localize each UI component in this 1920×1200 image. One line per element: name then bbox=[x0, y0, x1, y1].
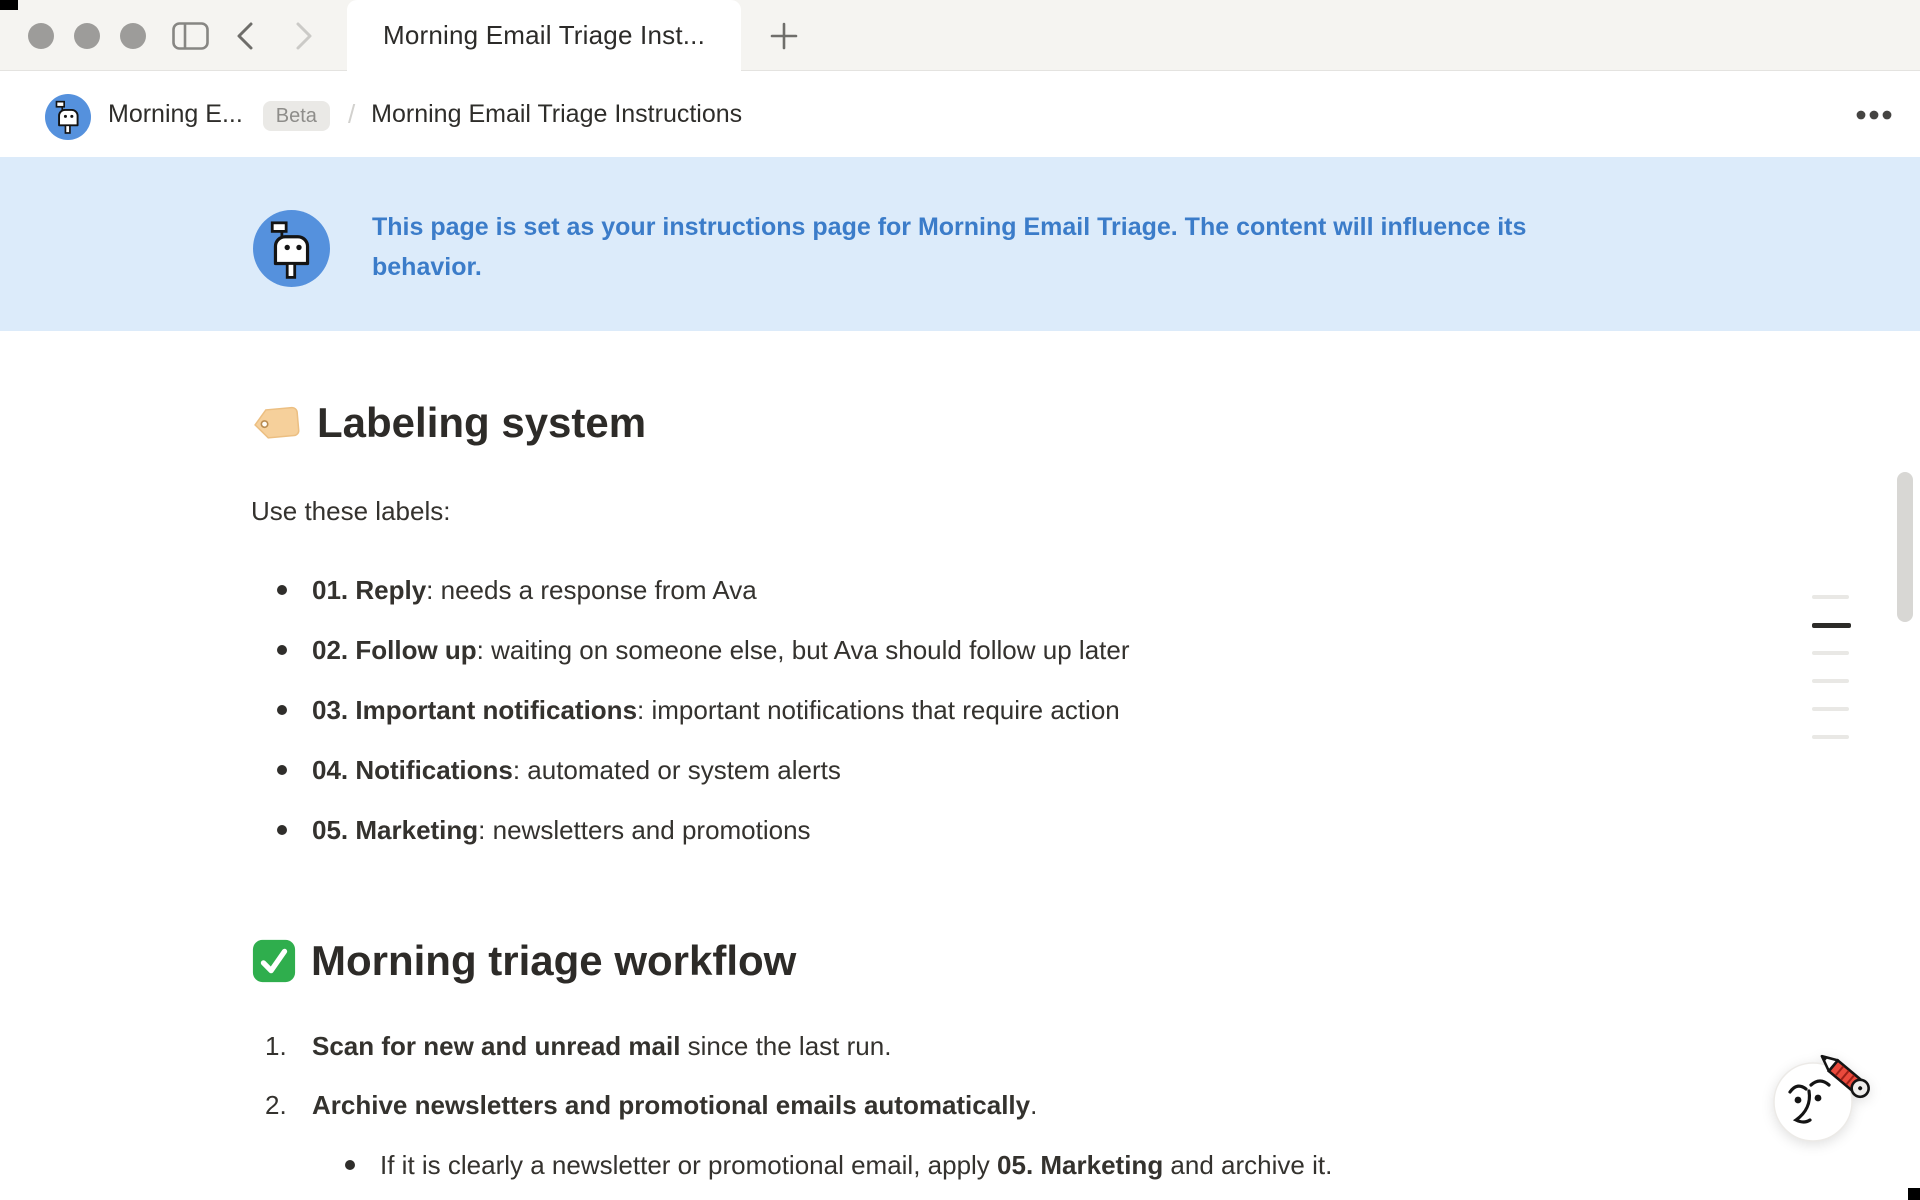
outline-item[interactable] bbox=[1812, 695, 1851, 723]
list-item: 03. Important notifications: important n… bbox=[251, 680, 1920, 740]
list-item: 05. Marketing: newsletters and promotion… bbox=[251, 800, 1920, 860]
section-heading-workflow: Morning triage workflow bbox=[251, 936, 1920, 986]
close-window-button[interactable] bbox=[28, 23, 54, 49]
outline-item[interactable] bbox=[1812, 583, 1851, 611]
back-icon[interactable] bbox=[234, 0, 256, 71]
section-heading-labeling: Labeling system bbox=[251, 398, 1920, 448]
sidebar-toggle-icon[interactable] bbox=[172, 0, 209, 71]
section-title: Morning triage workflow bbox=[311, 936, 796, 986]
label-tag-emoji bbox=[251, 402, 303, 444]
section-title: Labeling system bbox=[317, 398, 646, 448]
more-menu-icon[interactable] bbox=[1855, 109, 1893, 121]
breadcrumb-separator: / bbox=[348, 99, 355, 130]
outline-item[interactable] bbox=[1812, 723, 1851, 751]
breadcrumb-workspace[interactable]: Morning E... bbox=[108, 100, 243, 129]
labels-list: 01. Reply: needs a response from Ava 02.… bbox=[251, 560, 1920, 860]
outline-item[interactable] bbox=[1812, 667, 1851, 695]
instructions-banner: This page is set as your instructions pa… bbox=[0, 157, 1920, 331]
numbered-step: 2. Archive newsletters and promotional e… bbox=[251, 1076, 1920, 1135]
breadcrumb-page-title[interactable]: Morning Email Triage Instructions bbox=[371, 100, 742, 129]
recording-artifact-bottom-right bbox=[1908, 1188, 1920, 1200]
tab-bar: Morning Email Triage Inst... bbox=[0, 0, 1920, 71]
scribble-edit-button[interactable] bbox=[1753, 1036, 1881, 1164]
tab-title: Morning Email Triage Inst... bbox=[383, 20, 705, 51]
recording-artifact-top-left bbox=[0, 0, 18, 10]
zoom-window-button[interactable] bbox=[120, 23, 146, 49]
breadcrumb: Morning E... Beta / Morning Email Triage… bbox=[0, 72, 1920, 157]
check-mark-emoji bbox=[251, 938, 297, 984]
scrollbar-thumb[interactable] bbox=[1897, 472, 1913, 622]
outline-indicator bbox=[1812, 583, 1851, 751]
outline-item[interactable] bbox=[1812, 639, 1851, 667]
intro-text: Use these labels: bbox=[251, 496, 1920, 526]
workflow-list: 1. Scan for new and unread mail since th… bbox=[251, 1017, 1920, 1195]
mailbox-agent-icon bbox=[45, 94, 91, 145]
mailbox-banner-icon bbox=[253, 210, 330, 292]
new-tab-button[interactable] bbox=[769, 0, 799, 71]
list-item: 02. Follow up: waiting on someone else, … bbox=[251, 620, 1920, 680]
window-controls bbox=[28, 23, 146, 49]
active-tab[interactable]: Morning Email Triage Inst... bbox=[347, 0, 741, 71]
list-item: 04. Notifications: automated or system a… bbox=[251, 740, 1920, 800]
banner-message: This page is set as your instructions pa… bbox=[372, 207, 1526, 287]
numbered-step: 1. Scan for new and unread mail since th… bbox=[251, 1017, 1920, 1076]
banner-line-2: behavior. bbox=[372, 247, 1526, 287]
banner-line-1: This page is set as your instructions pa… bbox=[372, 207, 1526, 247]
sub-bullet: If it is clearly a newsletter or promoti… bbox=[251, 1135, 1920, 1195]
beta-badge: Beta bbox=[263, 101, 330, 131]
page-content: Labeling system Use these labels: 01. Re… bbox=[0, 331, 1920, 1200]
minimize-window-button[interactable] bbox=[74, 23, 100, 49]
forward-icon[interactable] bbox=[293, 0, 315, 71]
list-item: 01. Reply: needs a response from Ava bbox=[251, 560, 1920, 620]
outline-item-active[interactable] bbox=[1812, 611, 1851, 639]
